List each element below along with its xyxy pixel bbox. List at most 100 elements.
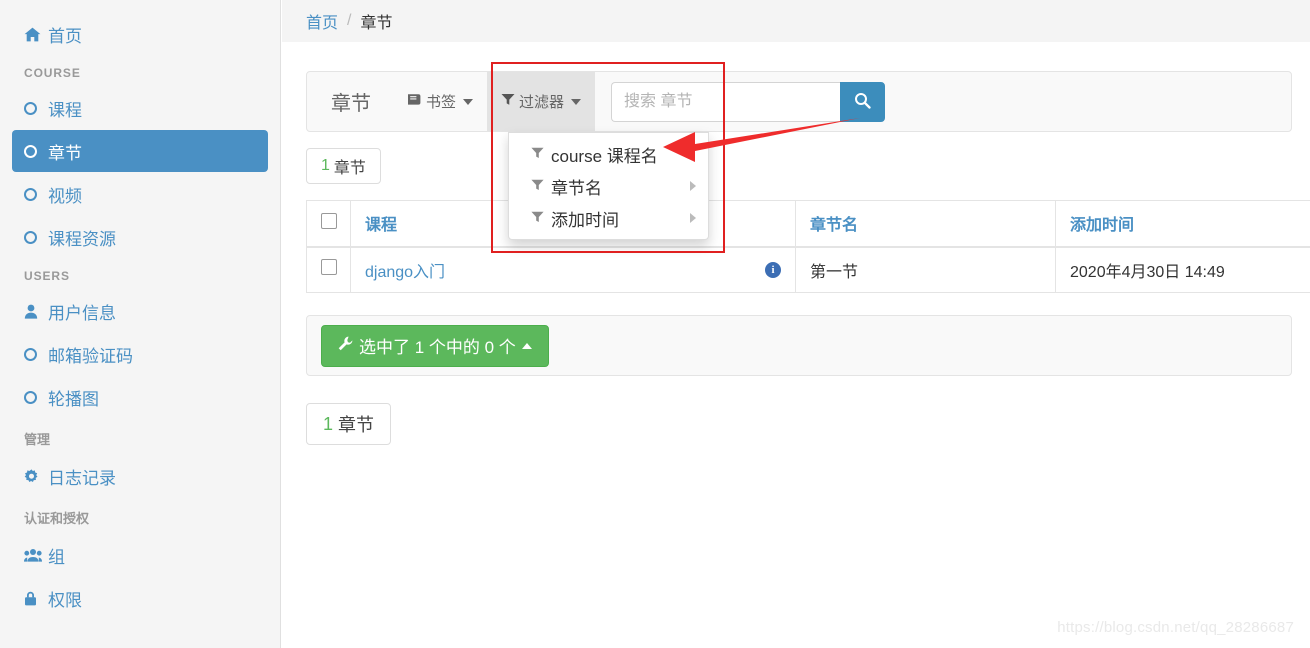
list-toolbar: 章节 书签 过滤器 搜索 章节 course 课程名 章节名 添加时间 <box>306 71 1292 240</box>
column-header-chapter[interactable]: 章节名 <box>795 200 1056 248</box>
sidebar-group-heading: USERS <box>24 269 70 283</box>
main-content: 首页 / 章节 章节 书签 过滤器 搜索 章节 course 课程名 章节名 添… <box>282 0 1310 648</box>
lock-icon <box>24 591 48 606</box>
sidebar-group-heading: COURSE <box>24 66 81 80</box>
filter-menu-item-1[interactable]: course 课程名 <box>509 138 708 170</box>
sidebar-item-label: 课程资源 <box>48 229 116 249</box>
sidebar-item-label: 权限 <box>48 590 82 610</box>
bottom-count-label: 章节 <box>338 415 375 435</box>
sidebar-group-heading: 认证和授权 <box>24 511 90 526</box>
table-head: 课程 章节名 添加时间 <box>306 200 1310 248</box>
sidebar: 首页 COURSE 课程章节视频课程资源 USERS 用户信息邮箱验证码轮播图管理日志… <box>0 0 281 648</box>
select-all-checkbox[interactable] <box>321 212 337 229</box>
selection-action-button[interactable]: 选中了 1 个中的 0 个 <box>321 324 549 367</box>
sidebar-item-1-group-1[interactable]: 课程 <box>12 87 268 129</box>
filter-menu-item-2[interactable]: 章节名 <box>509 170 708 202</box>
chevron-down-icon <box>463 98 474 105</box>
chevron-right-icon <box>690 181 696 191</box>
table-body: django入门 i 第一节 2020年4月30日 14:49 <box>306 246 1310 293</box>
cell-course: django入门 i <box>350 246 796 293</box>
filter-icon <box>531 179 544 194</box>
filter-icon <box>531 147 544 162</box>
circle-icon <box>24 187 48 201</box>
users-group-icon <box>24 548 48 562</box>
search-group <box>611 81 886 122</box>
watermark: https://blog.csdn.net/qq_28286687 <box>1057 619 1294 636</box>
wrench-icon <box>338 336 353 355</box>
sidebar-item-3-group-2[interactable]: 轮播图 <box>12 376 268 418</box>
sidebar-item-2-group-4[interactable]: 权限 <box>12 577 268 619</box>
user-icon <box>24 304 48 319</box>
content-area: 章节 书签 过滤器 搜索 章节 course 课程名 章节名 添加时间 1 章节… <box>282 42 1310 445</box>
filter-menu-item-label: 添加时间 <box>551 210 619 230</box>
sidebar-item-1-group-4[interactable]: 组 <box>12 534 268 576</box>
circle-icon <box>24 347 48 361</box>
breadcrumb-current: 章节 <box>360 15 393 32</box>
column-header-added-time[interactable]: 添加时间 <box>1055 200 1310 248</box>
home-icon <box>24 27 48 42</box>
filter-menu-item-label: 章节名 <box>551 178 602 198</box>
admin-page: 首页 COURSE 课程 章节 视频 课程资源 USERS 用户信息 邮箱验证码 轮播图 管理 日志… <box>0 0 1310 648</box>
circle-icon <box>24 390 48 404</box>
course-link[interactable]: django入门 <box>365 258 445 282</box>
circle-icon <box>24 144 48 158</box>
page-title: 章节 <box>331 93 371 115</box>
search-button[interactable] <box>840 81 886 122</box>
bottom-result-count-badge[interactable]: 1 章节 <box>306 403 392 445</box>
circle-icon <box>24 101 48 115</box>
sidebar-item-1-group-2[interactable]: 用户信息 <box>12 290 268 332</box>
top-count-number: 1 <box>321 157 330 174</box>
bookmark-icon <box>407 93 422 110</box>
top-count-label: 章节 <box>333 160 366 177</box>
bookmark-button[interactable]: 书签 <box>393 72 487 131</box>
sidebar-item-3-group-1[interactable]: 视频 <box>12 173 268 215</box>
bottom-count-number: 1 <box>323 413 334 434</box>
selection-action-label: 选中了 1 个中的 0 个 <box>359 338 516 357</box>
chevron-right-icon <box>690 213 696 223</box>
filter-menu-item-3[interactable]: 添加时间 <box>509 202 708 234</box>
sidebar-item-home[interactable]: 首页 <box>12 13 268 55</box>
breadcrumb: 首页 / 章节 <box>282 0 1310 42</box>
filter-button[interactable]: 过滤器 <box>487 72 596 131</box>
sidebar-item-label: 邮箱验证码 <box>48 346 133 366</box>
search-input[interactable] <box>611 81 841 122</box>
gear-icon <box>24 468 48 484</box>
sidebar-item-label: 用户信息 <box>48 303 116 323</box>
sidebar-item-4-group-1[interactable]: 课程资源 <box>12 216 268 258</box>
breadcrumb-home-link[interactable]: 首页 <box>306 9 338 33</box>
sidebar-item-label: 视频 <box>48 186 82 206</box>
select-all-cell <box>306 200 351 248</box>
sidebar-item-2-group-1[interactable]: 章节 <box>12 130 268 172</box>
table-header-row: 课程 章节名 添加时间 <box>306 200 1310 248</box>
circle-icon <box>24 230 48 244</box>
sidebar-item-label: 课程 <box>48 100 82 120</box>
sidebar-item-2-group-2[interactable]: 邮箱验证码 <box>12 333 268 375</box>
sidebar-item-label: 组 <box>48 547 65 567</box>
row-select-cell <box>306 246 351 293</box>
sidebar-group-heading: 管理 <box>24 432 51 447</box>
caret-up-icon <box>521 342 532 349</box>
row-checkbox[interactable] <box>321 259 337 276</box>
filter-menu-item-label: course 课程名 <box>551 146 658 166</box>
search-icon <box>854 92 871 112</box>
cell-chapter: 第一节 <box>795 246 1056 293</box>
filter-label: 过滤器 <box>519 94 565 111</box>
sidebar-item-1-group-3[interactable]: 日志记录 <box>12 455 268 497</box>
sidebar-item-label: 首页 <box>48 26 82 46</box>
cell-added-time: 2020年4月30日 14:49 <box>1055 246 1310 293</box>
filter-icon <box>531 211 544 226</box>
action-bar: 选中了 1 个中的 0 个 <box>306 315 1292 376</box>
sidebar-item-label: 日志记录 <box>48 468 116 488</box>
top-result-count-badge[interactable]: 1 章节 <box>306 148 381 184</box>
sidebar-groups: COURSE 课程章节视频课程资源 USERS 用户信息邮箱验证码轮播图管理日志记录认… <box>0 56 280 619</box>
sidebar-item-label: 轮播图 <box>48 389 99 409</box>
breadcrumb-separator: / <box>347 12 352 29</box>
results-table: 课程 章节名 添加时间 django入门 i 第一节 2020年4月30日 14:49 <box>306 200 1310 293</box>
info-icon[interactable]: i <box>765 261 781 278</box>
filter-icon <box>501 93 515 110</box>
table-row: django入门 i 第一节 2020年4月30日 14:49 <box>306 246 1310 293</box>
filter-dropdown-menu: course 课程名 章节名添加时间 <box>508 132 709 240</box>
chevron-down-icon <box>571 98 582 105</box>
sidebar-item-label: 章节 <box>48 143 82 163</box>
bookmark-label: 书签 <box>426 94 457 111</box>
